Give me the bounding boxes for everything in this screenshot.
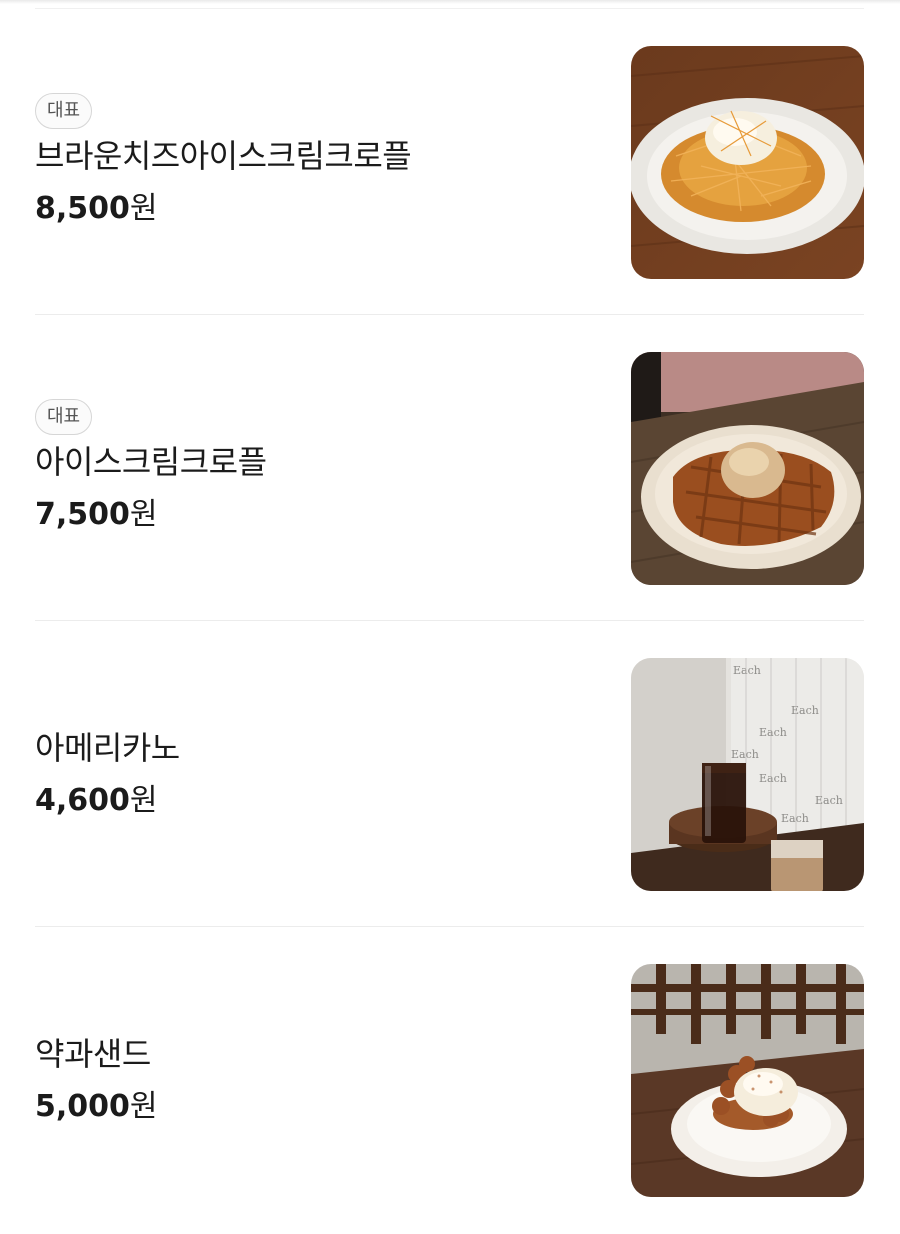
wallpaper-text: Each xyxy=(781,812,809,825)
menu-item[interactable]: 대표 아이스크림크로플 7,500원 xyxy=(35,314,864,620)
price-value: 5,000 xyxy=(35,1089,130,1124)
price-value: 8,500 xyxy=(35,191,130,226)
americano-image: Each Each Each Each Each Each Each xyxy=(631,658,864,891)
price-currency: 원 xyxy=(129,497,158,532)
menu-item[interactable]: 대표 브라운치즈아이스크림크로플 8,500원 xyxy=(35,8,864,314)
menu-item-name: 아이스크림크로플 xyxy=(35,443,267,481)
menu-item-price: 7,500원 xyxy=(35,493,595,537)
menu-list: 대표 브라운치즈아이스크림크로플 8,500원 대표 아이스크림크로플 7,50… xyxy=(35,8,864,1232)
wallpaper-text: Each xyxy=(733,664,761,677)
wallpaper-text: Each xyxy=(759,772,787,785)
price-value: 4,600 xyxy=(35,783,130,818)
signature-badge: 대표 xyxy=(35,93,93,129)
menu-item-name: 약과샌드 xyxy=(35,1035,151,1073)
wallpaper-text: Each xyxy=(815,794,843,807)
wallpaper-text: Each xyxy=(759,726,787,739)
top-divider xyxy=(0,0,900,4)
price-currency: 원 xyxy=(129,191,158,226)
croffle-brown-cheese-image xyxy=(631,46,864,279)
menu-item-info: 아메리카노 4,600원 xyxy=(35,621,595,927)
wallpaper-text: Each xyxy=(731,748,759,761)
price-value: 7,500 xyxy=(35,497,130,532)
signature-badge: 대표 xyxy=(35,399,93,435)
menu-item-name: 브라운치즈아이스크림크로플 xyxy=(35,137,412,175)
wallpaper-text: Each xyxy=(791,704,819,717)
menu-item-info: 대표 아이스크림크로플 7,500원 xyxy=(35,315,595,621)
menu-item-info: 대표 브라운치즈아이스크림크로플 8,500원 xyxy=(35,9,595,315)
menu-item-name: 아메리카노 xyxy=(35,729,180,767)
croffle-brown-cheese-photo[interactable] xyxy=(631,46,864,279)
menu-item[interactable]: 약과샌드 5,000원 xyxy=(35,926,864,1232)
menu-item-price: 8,500원 xyxy=(35,187,595,231)
price-currency: 원 xyxy=(129,1089,158,1124)
yakgwa-sand-photo[interactable] xyxy=(631,964,864,1197)
menu-item-info: 약과샌드 5,000원 xyxy=(35,927,595,1233)
price-currency: 원 xyxy=(129,783,158,818)
americano-photo[interactable]: Each Each Each Each Each Each Each xyxy=(631,658,864,891)
croffle-ice-cream-image xyxy=(631,352,864,585)
menu-item-price: 5,000원 xyxy=(35,1085,595,1129)
menu-item[interactable]: 아메리카노 4,600원 Each Each Each Each Each Ea… xyxy=(35,620,864,926)
croffle-ice-cream-photo[interactable] xyxy=(631,352,864,585)
menu-item-price: 4,600원 xyxy=(35,779,595,823)
yakgwa-sand-image xyxy=(631,964,864,1197)
